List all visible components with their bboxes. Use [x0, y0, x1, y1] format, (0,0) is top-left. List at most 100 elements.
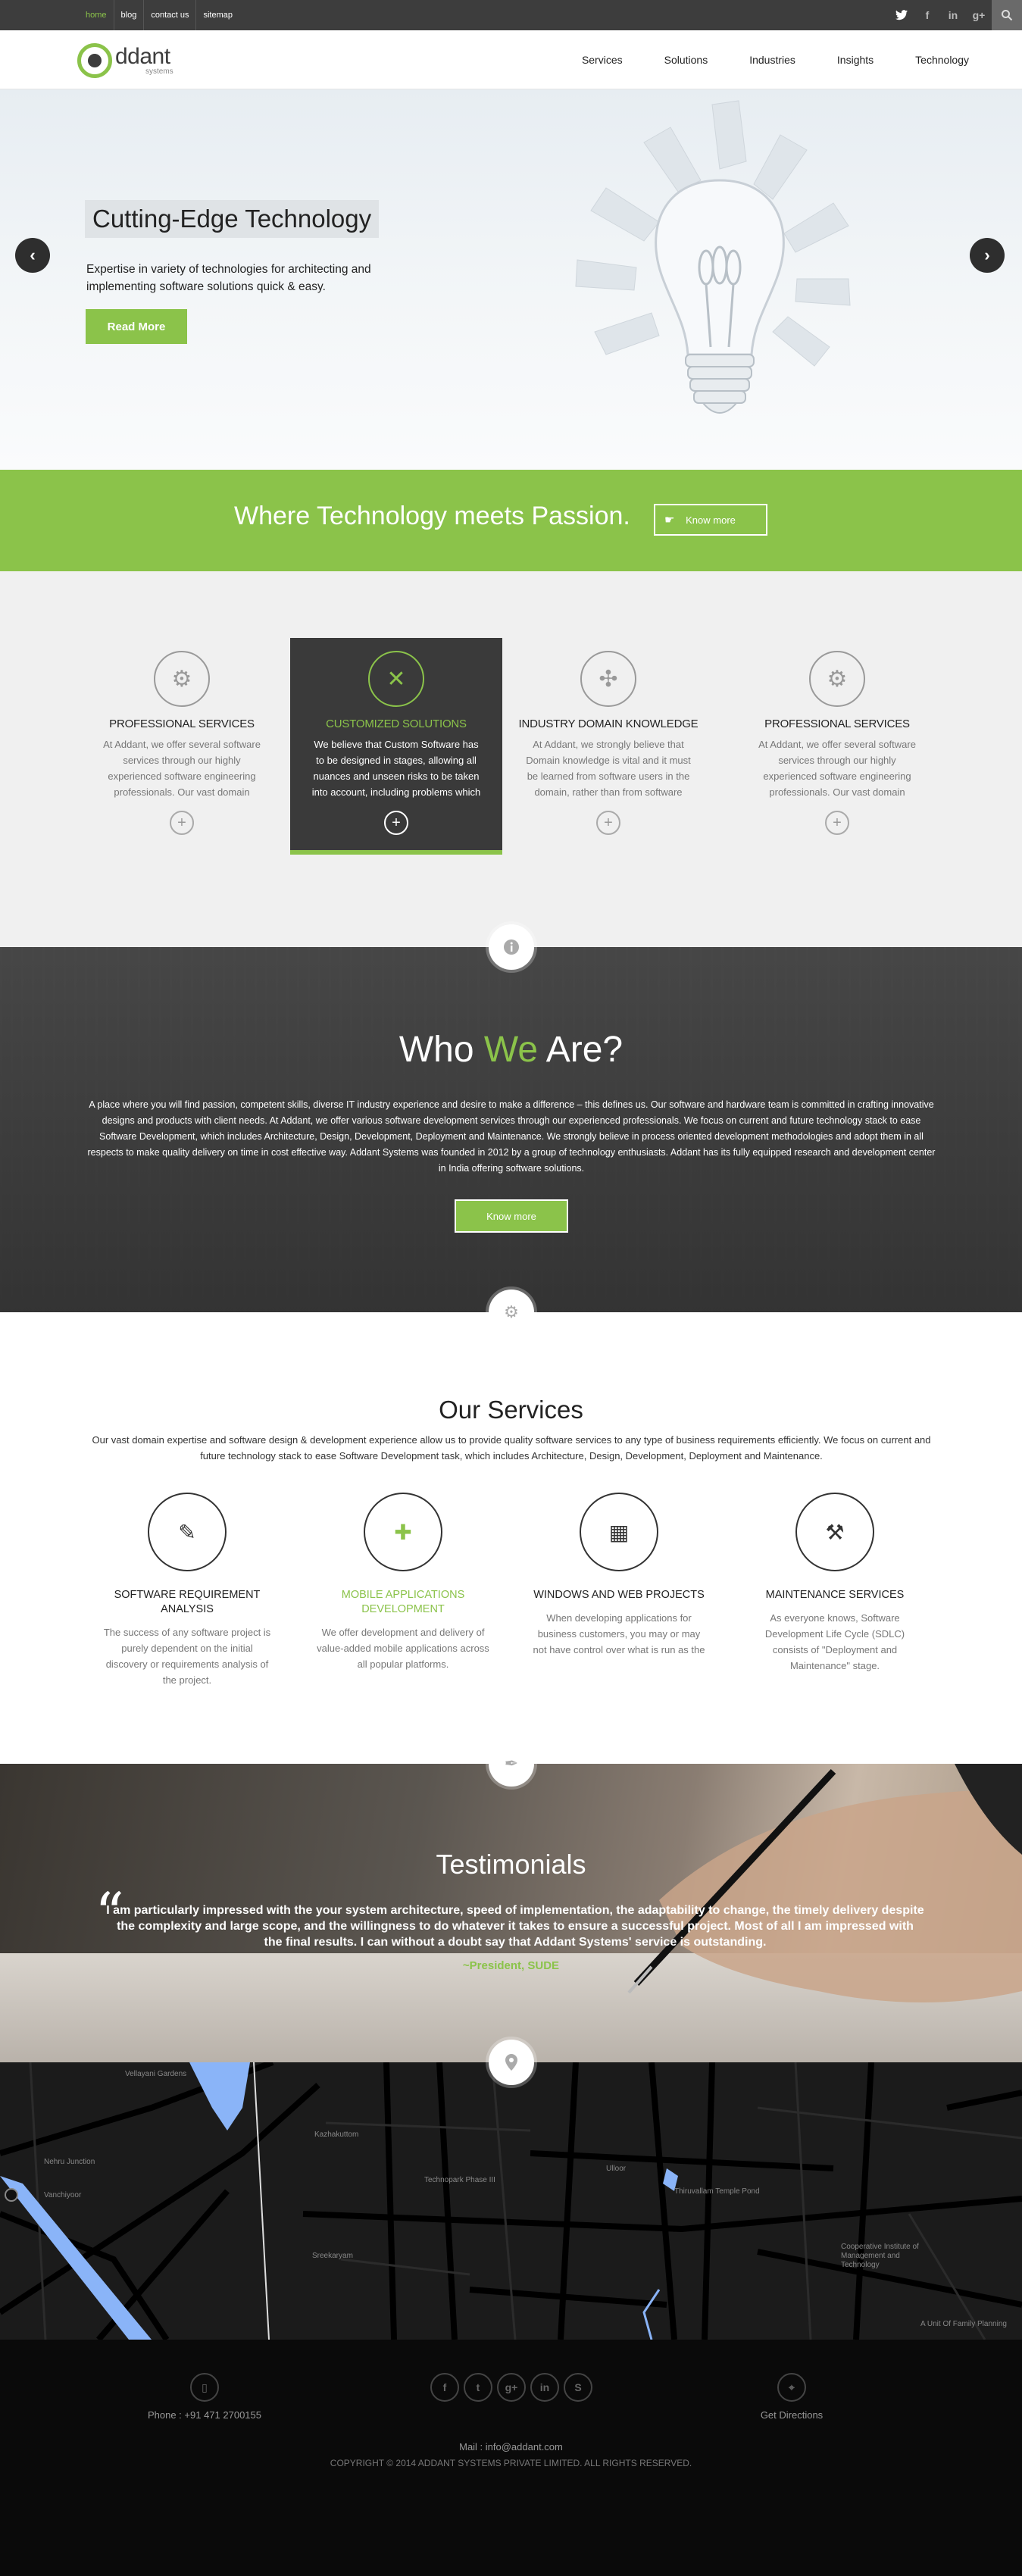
service-text: As everyone knows, Software Development … — [764, 1612, 905, 1671]
tagline-band: Where Technology meets Passion. ☛ Know m… — [0, 470, 1022, 571]
location-pin-icon — [489, 2040, 534, 2085]
feature-card[interactable]: ⚙ PROFESSIONAL SERVICES At Addant, we of… — [76, 638, 288, 855]
nav-technology[interactable]: Technology — [915, 54, 969, 66]
feature-text: At Addant, we offer several software ser… — [758, 739, 916, 798]
googleplus-icon[interactable]: g+ — [966, 0, 992, 30]
service-text: The success of any software project is p… — [103, 1627, 271, 1686]
feature-card[interactable]: ⚙ PROFESSIONAL SERVICES At Addant, we of… — [731, 638, 943, 855]
top-link-sitemap[interactable]: sitemap — [195, 0, 239, 30]
info-icon — [489, 924, 534, 970]
directions-text: Get Directions — [760, 2409, 824, 2421]
top-link-home[interactable]: home — [79, 0, 114, 30]
edit-icon: ✎ — [148, 1493, 227, 1571]
hero-title: Cutting-Edge Technology — [85, 200, 380, 238]
who-text: A place where you will find passion, com… — [87, 1099, 936, 1174]
lightbulb-illustration — [575, 100, 851, 414]
footer-copyright: COPYRIGHT © 2014 ADDANT SYSTEMS PRIVATE … — [330, 2458, 692, 2468]
who-we-are-section: Who We Are? A place where you will find … — [0, 947, 1022, 1312]
phone-icon: ▯ — [190, 2373, 219, 2402]
skype-icon[interactable]: S — [564, 2373, 592, 2402]
network-icon: ✣ — [580, 651, 636, 707]
windows-icon: ▦ — [580, 1493, 658, 1571]
service-title: MAINTENANCE SERVICES — [765, 1589, 905, 1601]
gears-icon: ⚙ — [489, 1290, 534, 1335]
googleplus-icon[interactable]: g+ — [497, 2373, 526, 2402]
feature-title: CUSTOMIZED SOLUTIONS — [326, 717, 467, 730]
feature-card[interactable]: ✣ INDUSTRY DOMAIN KNOWLEDGE At Addant, w… — [502, 638, 714, 855]
top-link-contact[interactable]: contact us — [143, 0, 195, 30]
gears-icon: ⚙ — [809, 651, 865, 707]
feature-text: At Addant, we offer several software ser… — [103, 739, 261, 798]
feature-text: We believe that Custom Software has to b… — [311, 739, 481, 798]
top-social: f in g+ — [889, 0, 1022, 30]
nav-services[interactable]: Services — [582, 54, 623, 66]
know-more-label: Know more — [686, 514, 736, 526]
tools-icon: ✕ — [368, 651, 424, 707]
pointing-hand-icon: ☛ — [664, 514, 675, 527]
wrench-icon: ⚒ — [795, 1493, 874, 1571]
search-icon[interactable] — [992, 0, 1022, 30]
chevron-left-icon[interactable]: ‹ — [15, 238, 50, 273]
location-pin-icon: ⌖ — [777, 2373, 806, 2402]
service-text: We offer development and delivery of val… — [317, 1627, 489, 1670]
hero-slider: ‹ › Cutting-Edge Technology Expertise in… — [0, 89, 1022, 470]
linkedin-icon[interactable]: in — [530, 2373, 559, 2402]
services-section: Our Services Our vast domain expertise a… — [0, 1312, 1022, 1764]
chevron-right-icon[interactable]: › — [970, 238, 1005, 273]
service-title: WINDOWS AND WEB PROJECTS — [533, 1589, 705, 1601]
feather-icon: ✒ — [489, 1741, 534, 1787]
nav-industries[interactable]: Industries — [749, 54, 795, 66]
footer-directions[interactable]: ⌖ Get Directions — [727, 2373, 856, 2421]
logo-sub: systems — [145, 67, 173, 76]
top-link-blog[interactable]: blog — [113, 0, 144, 30]
service-text: When developing applications for busines… — [533, 1612, 705, 1655]
feature-title: PROFESSIONAL SERVICES — [109, 717, 255, 730]
service-item-active[interactable]: ✚ MOBILE APPLICATIONS DEVELOPMENT We off… — [312, 1493, 494, 1672]
service-item[interactable]: ▦ WINDOWS AND WEB PROJECTS When developi… — [528, 1493, 710, 1658]
facebook-icon[interactable]: f — [430, 2373, 459, 2402]
know-more-button[interactable]: ☛ Know more — [654, 504, 767, 536]
twitter-icon[interactable] — [889, 0, 914, 30]
feature-text: At Addant, we strongly believe that Doma… — [526, 739, 691, 798]
plus-icon[interactable]: + — [384, 811, 408, 835]
feature-card-active[interactable]: ✕ CUSTOMIZED SOLUTIONS We believe that C… — [290, 638, 502, 855]
footer-mail[interactable]: Mail : info@addant.com — [0, 2441, 1022, 2453]
service-item[interactable]: ⚒ MAINTENANCE SERVICES As everyone knows… — [744, 1493, 926, 1674]
facebook-icon[interactable]: f — [914, 0, 940, 30]
logo-name: ddant — [115, 44, 170, 69]
testimonial-quote: I am particularly impressed with the you… — [106, 1904, 924, 1949]
plus-icon[interactable]: + — [170, 811, 194, 835]
service-title: MOBILE APPLICATIONS DEVELOPMENT — [341, 1589, 465, 1615]
twitter-icon[interactable]: t — [464, 2373, 492, 2402]
footer-phone[interactable]: ▯ Phone : +91 471 2700155 — [136, 2373, 273, 2421]
who-title: Who We Are? — [398, 1030, 624, 1070]
feature-title: INDUSTRY DOMAIN KNOWLEDGE — [518, 717, 699, 730]
top-bar: home blog contact us sitemap f in g+ — [0, 0, 1022, 30]
service-item[interactable]: ✎ SOFTWARE REQUIREMENT ANALYSIS The succ… — [96, 1493, 278, 1688]
nav-insights[interactable]: Insights — [837, 54, 874, 66]
feature-title: PROFESSIONAL SERVICES — [764, 717, 910, 730]
map-roads — [0, 2062, 1022, 2340]
logo-mark — [77, 43, 112, 78]
linkedin-icon[interactable]: in — [940, 0, 966, 30]
hero-description: Expertise in variety of technologies for… — [86, 263, 371, 293]
services-text: Our vast domain expertise and software d… — [92, 1434, 931, 1462]
testimonial-author: ~President, SUDE — [462, 1959, 560, 1972]
features-section: ⚙ PROFESSIONAL SERVICES At Addant, we of… — [0, 571, 1022, 947]
main-nav: Services Solutions Industries Insights T… — [540, 30, 969, 89]
gears-icon: ⚙ — [154, 651, 210, 707]
map[interactable]: Vellayani Gardens Nehru Junction Vanchiy… — [0, 2062, 1022, 2340]
phone-text: Phone : +91 471 2700155 — [147, 2409, 261, 2421]
footer: ▯ Phone : +91 471 2700155 f t g+ in S ⌖ Get … — [0, 2340, 1022, 2576]
plus-icon[interactable]: + — [596, 811, 620, 835]
footer-social: f t g+ in S — [424, 2373, 599, 2402]
logo[interactable]: ddant systems — [77, 43, 173, 78]
service-title: SOFTWARE REQUIREMENT ANALYSIS — [114, 1589, 261, 1615]
header: ddant systems Services Solutions Industr… — [0, 30, 1022, 89]
testimonials-title: Testimonials — [436, 1849, 586, 1880]
read-more-button[interactable]: Read More — [86, 309, 187, 344]
testimonials-section: Testimonials “ I am particularly impress… — [0, 1764, 1022, 2062]
plus-icon[interactable]: + — [825, 811, 849, 835]
who-know-more-button[interactable]: Know more — [455, 1199, 568, 1233]
nav-solutions[interactable]: Solutions — [664, 54, 708, 66]
